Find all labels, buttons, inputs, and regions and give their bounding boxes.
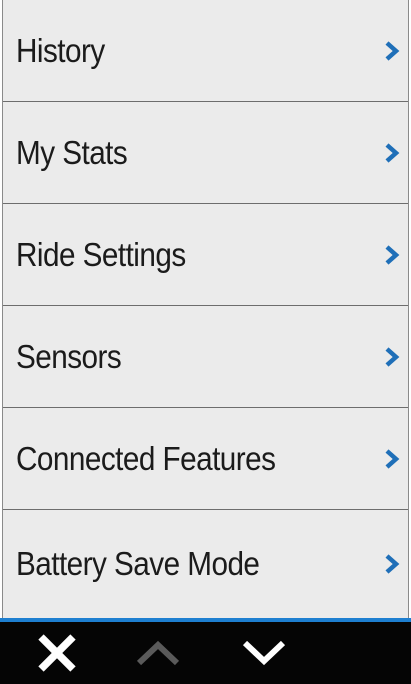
menu-item-history[interactable]: History xyxy=(3,0,408,102)
bottom-toolbar xyxy=(0,622,411,684)
menu-item-label: Connected Features xyxy=(16,439,276,477)
menu-item-label: History xyxy=(16,31,105,69)
menu-item-label: Battery Save Mode xyxy=(16,545,260,582)
menu-item-ride-settings[interactable]: Ride Settings xyxy=(3,204,408,306)
menu-item-sensors[interactable]: Sensors xyxy=(3,306,408,408)
main-menu: History My Stats Ride Settings Sensors C xyxy=(2,0,409,618)
scroll-down-button[interactable] xyxy=(226,622,302,684)
chevron-right-icon xyxy=(385,40,400,61)
close-button[interactable] xyxy=(22,622,92,684)
menu-item-label: My Stats xyxy=(16,133,128,171)
menu-item-connected-features[interactable]: Connected Features xyxy=(3,408,408,510)
scroll-up-button[interactable] xyxy=(120,622,196,684)
menu-item-label: Ride Settings xyxy=(16,235,186,273)
chevron-right-icon xyxy=(385,244,400,265)
device-screen: History My Stats Ride Settings Sensors C xyxy=(0,0,411,684)
chevron-right-icon xyxy=(385,554,400,574)
menu-item-battery-save-mode[interactable]: Battery Save Mode xyxy=(3,510,408,618)
chevron-down-icon xyxy=(242,640,286,666)
menu-item-label: Sensors xyxy=(16,337,122,375)
close-icon xyxy=(38,634,76,672)
chevron-right-icon xyxy=(385,448,400,469)
menu-item-my-stats[interactable]: My Stats xyxy=(3,102,408,204)
chevron-up-icon xyxy=(136,640,180,666)
chevron-right-icon xyxy=(385,142,400,163)
chevron-right-icon xyxy=(385,346,400,367)
